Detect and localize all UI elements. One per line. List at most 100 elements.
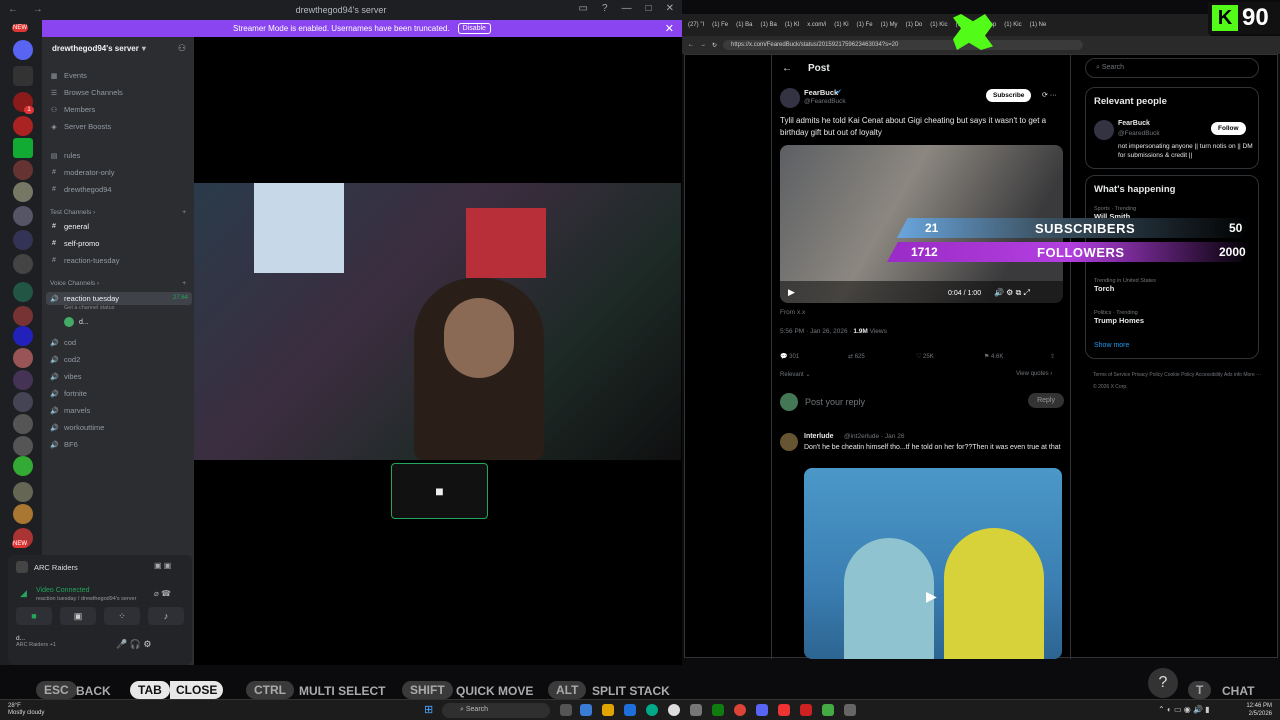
repost-count[interactable]: ⇄ 625: [848, 353, 865, 360]
grok-more-icons[interactable]: ⟳ ···: [1042, 91, 1057, 99]
channel-moderator-only[interactable]: # moderator-only: [50, 168, 114, 177]
plus-icon[interactable]: +: [182, 209, 186, 216]
maximize-icon[interactable]: □: [646, 3, 652, 14]
reply-count[interactable]: 💬 301: [780, 353, 799, 360]
server-icon[interactable]: [13, 414, 33, 434]
voice-workouttime[interactable]: 🔊 workouttime: [50, 423, 104, 432]
server-icon[interactable]: [13, 392, 33, 412]
reload-icon[interactable]: ↻: [712, 42, 717, 49]
tray-icons[interactable]: ⌃ ◐ ▭ ◉ 🔊 ▮: [1158, 705, 1210, 714]
channel-reaction-tuesday[interactable]: # reaction-tuesday: [50, 256, 119, 265]
tab[interactable]: (1) Fe: [855, 20, 875, 30]
trend-item[interactable]: Politics · Trending Trump Homes: [1094, 310, 1144, 325]
app-icon[interactable]: [624, 704, 636, 716]
voice-cod2[interactable]: 🔊 cod2: [50, 355, 80, 364]
follow-button[interactable]: Follow: [1211, 122, 1246, 135]
back-icon[interactable]: ←: [688, 42, 694, 48]
tab[interactable]: (1) Kic: [1002, 20, 1023, 30]
camera-icon[interactable]: ■: [16, 607, 52, 625]
tab[interactable]: (1) Ne: [1028, 20, 1049, 30]
app-icon[interactable]: [690, 704, 702, 716]
show-more-link[interactable]: Show more: [1094, 342, 1129, 349]
voice-active-reaction-tuesday[interactable]: 🔊 reaction tuesday: [46, 292, 192, 305]
menu-members[interactable]: ⚇ Members: [50, 105, 95, 114]
start-icon[interactable]: ⊞: [424, 703, 433, 716]
close-icon[interactable]: ✕: [666, 3, 674, 14]
menu-browse-channels[interactable]: ☰ Browse Channels: [50, 88, 123, 97]
app-icon[interactable]: [580, 704, 592, 716]
kick-server-icon[interactable]: [13, 138, 33, 158]
reply-button[interactable]: Reply: [1028, 393, 1064, 408]
voice-marvels[interactable]: 🔊 marvels: [50, 406, 90, 415]
url-input[interactable]: https://x.com/FearedBuck/status/20159217…: [723, 40, 1084, 50]
voice-user[interactable]: d...: [64, 317, 89, 327]
reply-input[interactable]: Post your reply: [805, 397, 865, 407]
close-icon[interactable]: ✕: [665, 22, 674, 35]
disconnect-icon[interactable]: ⌀ ☎: [154, 589, 171, 598]
server-icon[interactable]: [13, 116, 33, 136]
back-icon[interactable]: ←: [782, 63, 792, 74]
app-icon[interactable]: [668, 704, 680, 716]
avatar[interactable]: [780, 433, 798, 451]
activities-icon[interactable]: ⁘: [104, 607, 140, 625]
server-icon[interactable]: [13, 206, 33, 226]
server-icon[interactable]: [13, 456, 33, 476]
tab[interactable]: (1) Ba: [734, 20, 754, 30]
add-user-icon[interactable]: ⚇: [178, 43, 186, 54]
tab[interactable]: x.com/i: [805, 20, 828, 30]
channel-self-promo[interactable]: # self-promo: [50, 239, 99, 248]
like-count[interactable]: ♡ 25K: [916, 353, 934, 360]
activity-icons[interactable]: ▣ ▣: [154, 561, 171, 570]
server-name[interactable]: drewthegod94's server ▾: [52, 44, 146, 53]
bookmark-count[interactable]: ⚑ 4.6K: [984, 353, 1003, 360]
server-icon[interactable]: [13, 370, 33, 390]
footer-links[interactable]: Terms of Service Privacy Policy Cookie P…: [1093, 369, 1263, 393]
reply-video[interactable]: ▶: [804, 468, 1062, 659]
avatar[interactable]: [780, 88, 800, 108]
from-source[interactable]: From x.x: [780, 309, 805, 316]
server-icon[interactable]: [13, 160, 33, 180]
category-voice[interactable]: Voice Channels › +: [50, 280, 186, 287]
taskview-icon[interactable]: [560, 704, 572, 716]
xbox-icon[interactable]: [712, 704, 724, 716]
voice-vibes[interactable]: 🔊 vibes: [50, 372, 82, 381]
self-camera-preview[interactable]: ■: [391, 463, 488, 519]
mic-headset-settings[interactable]: 🎤 🎧 ⚙: [116, 639, 151, 650]
tab[interactable]: (1) Kic: [928, 20, 949, 30]
tab[interactable]: (1) Ki: [832, 20, 850, 30]
explorer-icon[interactable]: [602, 704, 614, 716]
video-control-icons[interactable]: 🔊 ⚙ ⧉ ⤢: [994, 288, 1030, 298]
play-icon[interactable]: ▶: [926, 588, 937, 605]
server-icon[interactable]: [13, 482, 33, 502]
min-icon[interactable]: —: [622, 3, 632, 14]
voice-bf6[interactable]: 🔊 BF6: [50, 440, 78, 449]
server-icon[interactable]: [13, 230, 33, 250]
category-text[interactable]: Test Channels › +: [50, 209, 186, 216]
server-icon[interactable]: [13, 504, 33, 524]
tab[interactable]: (27) "I: [686, 20, 706, 30]
stake-icon[interactable]: [13, 66, 33, 86]
app-icon[interactable]: [822, 704, 834, 716]
menu-server-boosts[interactable]: ◈ Server Boosts: [50, 122, 111, 131]
forward-icon[interactable]: →: [700, 42, 706, 48]
window-controls[interactable]: ▭? — □ ✕: [579, 3, 674, 14]
weather-widget[interactable]: 28°F Mostly cloudy: [8, 703, 44, 717]
chrome-icon[interactable]: [734, 704, 746, 716]
minimize-icon[interactable]: ▭: [579, 3, 588, 14]
channel-drewthegod94[interactable]: # drewthegod94: [50, 185, 112, 194]
tab[interactable]: (1) Ba: [759, 20, 779, 30]
tab[interactable]: (1) My: [879, 20, 900, 30]
disable-button[interactable]: Disable: [457, 23, 491, 34]
app-icon[interactable]: [800, 704, 812, 716]
play-icon[interactable]: ▶: [788, 287, 795, 298]
channel-status-hint[interactable]: Get a channel status: [64, 305, 114, 311]
tab[interactable]: (1) Kl: [783, 20, 801, 30]
server-icon[interactable]: [13, 182, 33, 202]
server-icon[interactable]: [13, 282, 33, 302]
subscribe-button[interactable]: Subscribe: [986, 89, 1032, 102]
trend-item[interactable]: Trending in United States Torch: [1094, 278, 1156, 293]
tab[interactable]: (1) Do: [904, 20, 925, 30]
home-icon[interactable]: [13, 40, 33, 60]
voice-fortnite[interactable]: 🔊 fortnite: [50, 389, 87, 398]
reply-author[interactable]: Interlude: [804, 433, 834, 440]
